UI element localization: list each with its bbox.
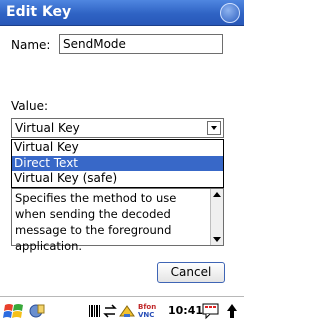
value-combobox[interactable]: Virtual Key [11, 118, 224, 138]
window-title: Edit Key [6, 4, 72, 20]
vnc-icon[interactable]: Bfon VNC [138, 301, 162, 321]
network-icon[interactable] [118, 301, 136, 324]
title-bar: Edit Key [0, 0, 244, 26]
program-icon[interactable] [28, 301, 46, 324]
description-text: Specifies the method to use when sending… [15, 191, 177, 253]
description-box: Specifies the method to use when sending… [11, 188, 224, 253]
dropdown-option-virtual-key[interactable]: Virtual Key [12, 140, 223, 156]
dropdown-list: Virtual Key Direct Text Virtual Key (saf… [11, 139, 224, 188]
barcode-icon[interactable] [88, 301, 102, 324]
combo-selected-value: Virtual Key [15, 121, 80, 135]
vnc-top-label: Bfon [138, 303, 157, 311]
arrow-up-icon[interactable] [225, 301, 239, 324]
description-scrollbar[interactable] [210, 189, 223, 245]
vnc-bottom-label: VNC [138, 311, 155, 319]
cancel-button[interactable]: Cancel [157, 262, 225, 283]
value-label: Value: [11, 99, 48, 113]
start-flag-icon[interactable] [3, 301, 25, 324]
scroll-down-icon[interactable] [211, 233, 223, 245]
ok-button-icon[interactable] [220, 3, 240, 23]
name-label: Name: [11, 38, 51, 52]
dropdown-option-virtual-key-safe[interactable]: Virtual Key (safe) [12, 171, 223, 187]
clock[interactable]: 10:41 [168, 304, 203, 317]
scroll-up-icon[interactable] [211, 189, 223, 201]
dropdown-option-direct-text[interactable]: Direct Text [12, 155, 223, 171]
dropdown-arrow-icon[interactable] [207, 121, 221, 135]
sync-icon[interactable] [103, 301, 117, 324]
input-panel-icon[interactable] [201, 301, 221, 324]
taskbar: Bfon VNC 10:41 [0, 296, 244, 324]
name-field[interactable]: SendMode [59, 34, 223, 54]
